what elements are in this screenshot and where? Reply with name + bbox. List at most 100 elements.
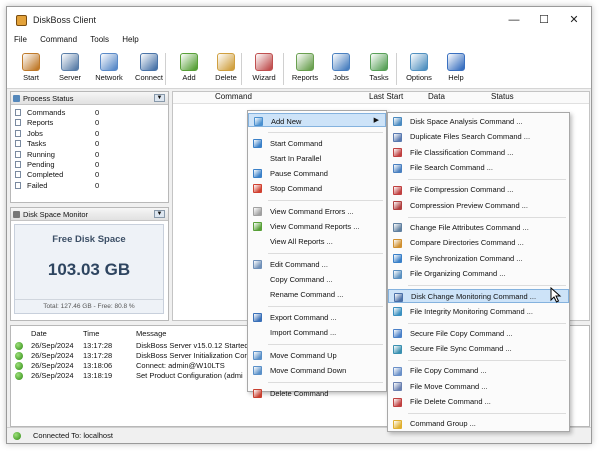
submenu-item-file-compression-command[interactable]: File Compression Command ... xyxy=(388,183,569,197)
toolbar-reports-button[interactable]: Reports xyxy=(287,51,323,87)
submenu-item-file-classification-command[interactable]: File Classification Command ... xyxy=(388,145,569,159)
submenu-item-secure-file-copy-command[interactable]: Secure File Copy Command ... xyxy=(388,326,569,340)
submenu-item-file-search-command[interactable]: File Search Command ... xyxy=(388,161,569,175)
status-value: 0 xyxy=(95,139,100,149)
log-col-date[interactable]: Date xyxy=(31,329,47,338)
toolbar-label: Delete xyxy=(215,73,237,82)
maximize-button[interactable]: ☐ xyxy=(529,11,559,29)
copy-icon xyxy=(393,366,402,376)
submenu-item-file-delete-command[interactable]: File Delete Command ... xyxy=(388,395,569,409)
toolbar-help-button[interactable]: Help xyxy=(438,51,474,87)
chevron-down-icon[interactable]: ▼ xyxy=(154,94,165,102)
submenu-item-duplicate-files-search-command[interactable]: Duplicate Files Search Command ... xyxy=(388,130,569,144)
menu-item-move-command-down[interactable]: Move Command Down xyxy=(248,363,386,377)
submenu-item-file-copy-command[interactable]: File Copy Command ... xyxy=(388,364,569,378)
toolbar-options-button[interactable]: Options xyxy=(401,51,437,87)
toolbar-label: Tasks xyxy=(369,73,389,82)
menu-item-import-command[interactable]: Import Command ... xyxy=(248,325,386,339)
menu-item-delete-command[interactable]: Delete Command xyxy=(248,386,386,400)
col-data[interactable]: Data xyxy=(428,92,445,101)
submenu-item-disk-change-monitoring-command[interactable]: Disk Change Monitoring Command ... xyxy=(388,288,569,303)
menu-item-export-command[interactable]: Export Command ... xyxy=(248,310,386,324)
log-time: 13:18:19 xyxy=(83,371,113,380)
minimize-button[interactable]: — xyxy=(499,11,529,29)
menu-help[interactable]: Help xyxy=(118,33,142,46)
toolbar-delete-button[interactable]: Delete xyxy=(208,51,244,87)
network-icon xyxy=(100,53,118,71)
submenu-arrow-icon: ▶ xyxy=(373,117,379,124)
menu-item-start-command[interactable]: Start Command xyxy=(248,136,386,150)
close-button[interactable]: ✕ xyxy=(559,11,589,29)
menu-item-label: View All Reports ... xyxy=(270,236,333,246)
menu-item-start-in-parallel[interactable]: Start In Parallel xyxy=(248,151,386,165)
toolbar-jobs-button[interactable]: Jobs xyxy=(323,51,359,87)
search-icon xyxy=(393,163,402,173)
menu-item-view-command-errors[interactable]: View Command Errors ... xyxy=(248,204,386,218)
status-value: 0 xyxy=(95,180,100,190)
status-icon xyxy=(15,109,21,116)
log-col-message[interactable]: Message xyxy=(136,329,166,338)
toolbar-start-button[interactable]: Start xyxy=(13,51,49,87)
menu-item-label: File Copy Command ... xyxy=(410,366,487,375)
log-col-time[interactable]: Time xyxy=(83,329,99,338)
log-time: 13:17:28 xyxy=(83,341,113,350)
menu-item-rename-command[interactable]: Rename Command ... xyxy=(248,287,386,301)
submenu-item-file-integrity-monitoring-command[interactable]: File Integrity Monitoring Command ... xyxy=(388,304,569,318)
submenu-item-file-organizing-command[interactable]: File Organizing Command ... xyxy=(388,267,569,281)
menu-item-label: Disk Change Monitoring Command ... xyxy=(411,292,537,301)
toolbar-add-button[interactable]: Add xyxy=(171,51,207,87)
preview-icon xyxy=(393,201,402,210)
toolbar-network-button[interactable]: Network xyxy=(91,51,127,87)
menu-file[interactable]: File xyxy=(10,33,31,46)
submenu-item-change-file-attributes-command[interactable]: Change File Attributes Command ... xyxy=(388,220,569,234)
menu-item-copy-command[interactable]: Copy Command ... xyxy=(248,272,386,286)
submenu-item-command-group[interactable]: Command Group ... xyxy=(388,417,569,431)
menu-item-label: Move Command Down xyxy=(270,365,347,375)
submenu-item-compression-preview-command[interactable]: Compression Preview Command ... xyxy=(388,198,569,212)
menu-item-label: Change File Attributes Command ... xyxy=(410,222,529,232)
toolbar-tasks-button[interactable]: Tasks xyxy=(361,51,397,87)
menu-item-add-new[interactable]: Add New ▶ xyxy=(248,113,386,127)
status-row-commands: Commands 0 xyxy=(11,107,168,117)
menu-separator xyxy=(268,253,383,254)
classification-icon xyxy=(393,148,402,157)
menu-item-edit-command[interactable]: Edit Command ... xyxy=(248,257,386,271)
menu-item-label: File Delete Command ... xyxy=(410,397,491,406)
toolbar-server-button[interactable]: Server xyxy=(52,51,88,87)
menu-command[interactable]: Command xyxy=(36,33,81,46)
col-status[interactable]: Status xyxy=(491,92,514,101)
file-delete-icon xyxy=(393,397,402,407)
status-row-running: Running 0 xyxy=(11,149,168,159)
status-icon xyxy=(15,140,21,148)
status-label: Completed xyxy=(27,170,64,180)
status-value: 0 xyxy=(95,149,100,159)
menu-item-move-command-up[interactable]: Move Command Up xyxy=(248,348,386,362)
col-last-start[interactable]: Last Start xyxy=(369,92,403,101)
chevron-down-icon[interactable]: ▼ xyxy=(154,210,165,218)
status-icon xyxy=(15,171,21,179)
submenu-item-file-move-command[interactable]: File Move Command ... xyxy=(388,379,569,393)
col-command[interactable]: Command xyxy=(215,92,252,101)
success-icon xyxy=(15,342,23,350)
toolbar-wizard-button[interactable]: Wizard xyxy=(246,51,282,87)
tasks-icon xyxy=(370,53,388,71)
disk-space-icon xyxy=(393,117,402,126)
toolbar-connect-button[interactable]: Connect xyxy=(131,51,167,87)
disk-space-footer: Total: 127.46 GB - Free: 80.8 % xyxy=(15,299,163,310)
submenu-item-file-synchronization-command[interactable]: File Synchronization Command ... xyxy=(388,251,569,265)
menu-item-label: Move Command Up xyxy=(270,350,337,360)
menu-tools[interactable]: Tools xyxy=(86,33,113,46)
menu-item-view-all-reports[interactable]: View All Reports ... xyxy=(248,234,386,248)
compare-icon xyxy=(393,238,402,248)
submenu-item-disk-space-analysis-command[interactable]: Disk Space Analysis Command ... xyxy=(388,114,569,128)
start-command-icon xyxy=(253,139,262,148)
submenu-item-compare-directories-command[interactable]: Compare Directories Command ... xyxy=(388,236,569,250)
status-row-pending: Pending 0 xyxy=(11,159,168,169)
menu-separator xyxy=(408,413,566,415)
menu-item-stop-command[interactable]: Stop Command xyxy=(248,181,386,195)
disk-space-header: Disk Space Monitor ▼ xyxy=(11,208,168,221)
menu-item-view-command-reports[interactable]: View Command Reports ... xyxy=(248,219,386,233)
submenu-item-secure-file-sync-command[interactable]: Secure File Sync Command ... xyxy=(388,342,569,356)
delete-icon xyxy=(253,389,262,398)
menu-item-pause-command[interactable]: Pause Command xyxy=(248,166,386,180)
